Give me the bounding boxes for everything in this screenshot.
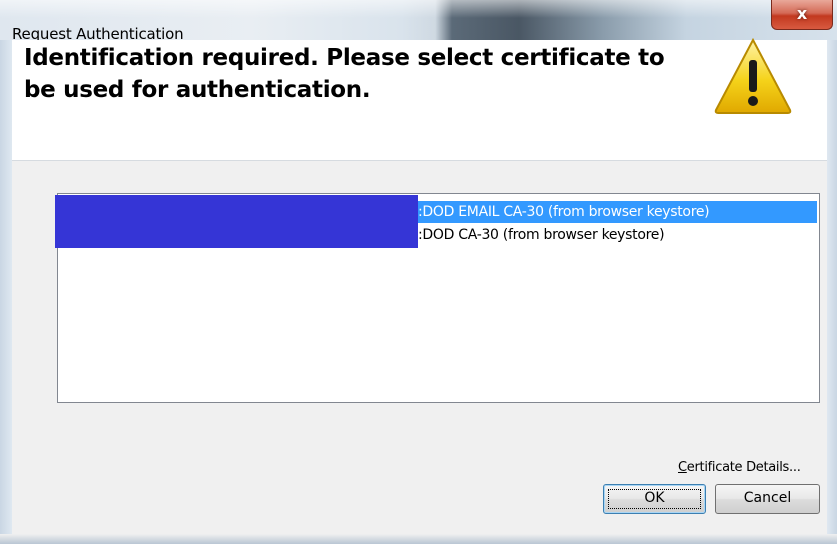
window-frame-right (827, 40, 837, 544)
close-icon: x (796, 4, 808, 23)
certificate-item-label: :DOD EMAIL CA-30 (from browser keystore) (418, 204, 710, 220)
window-bottom-edge (0, 534, 837, 544)
redacted-block (55, 195, 418, 248)
request-authentication-dialog: Request Authentication x Identification … (0, 0, 837, 544)
certificate-details-link[interactable]: Certificate Details... (678, 460, 801, 475)
cancel-button[interactable]: Cancel (715, 484, 820, 514)
title-bar[interactable]: Request Authentication x (0, 0, 837, 43)
warning-icon (714, 37, 792, 114)
header-message: Identification required. Please select c… (24, 45, 665, 103)
close-button[interactable]: x (771, 0, 833, 30)
title-bar-glass (0, 0, 837, 18)
cancel-button-label: Cancel (743, 490, 792, 506)
certificate-item-label: :DOD CA-30 (from browser keystore) (418, 227, 665, 243)
window-frame-left (0, 40, 12, 544)
ok-button[interactable]: OK (603, 484, 706, 514)
certificate-details-label: ertificate Details... (686, 460, 801, 475)
certificate-details-accelerator: C (678, 460, 687, 475)
focus-rectangle (608, 489, 701, 509)
